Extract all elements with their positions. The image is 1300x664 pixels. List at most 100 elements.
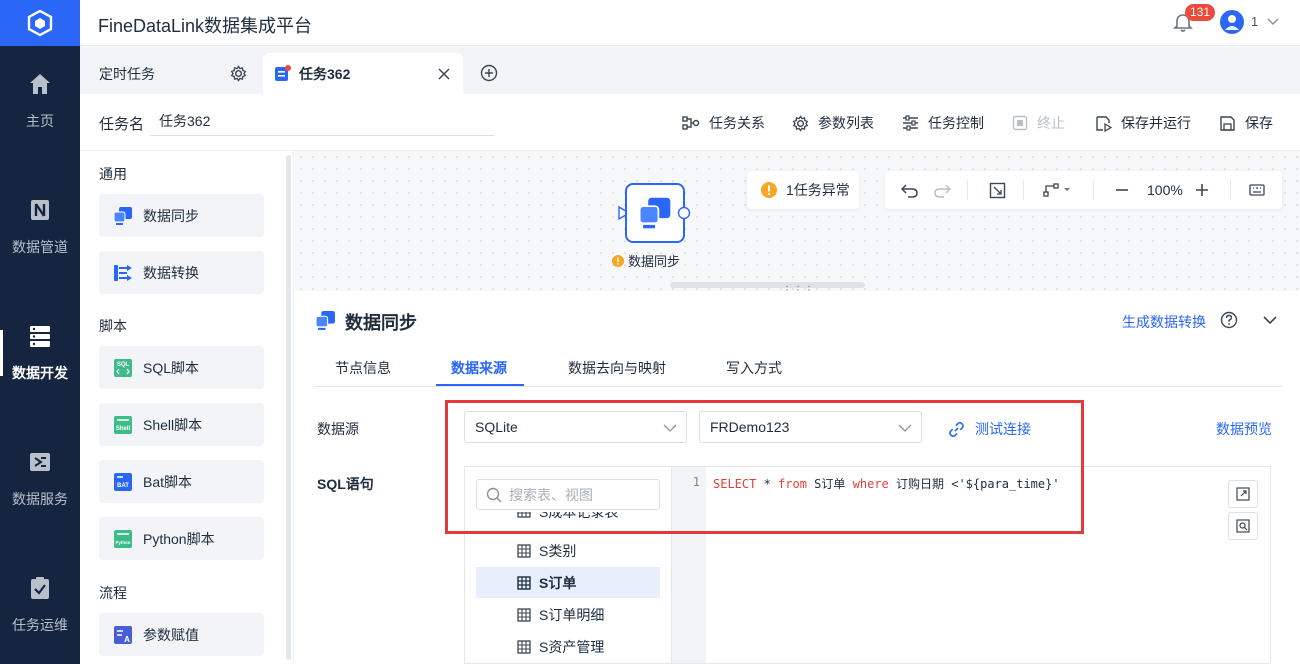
- undo-icon[interactable]: [901, 182, 919, 198]
- palette-item-sql-script[interactable]: SQL SQL脚本: [99, 346, 264, 389]
- task-alert[interactable]: 1任务异常: [747, 171, 859, 209]
- logo[interactable]: [0, 0, 80, 46]
- palette-item-bat-script[interactable]: BAT Bat脚本: [99, 460, 264, 503]
- warning-icon: [612, 254, 624, 267]
- palette-item-label: 数据转换: [143, 264, 199, 281]
- close-icon[interactable]: [437, 67, 451, 81]
- gear-icon[interactable]: [230, 65, 247, 82]
- task-relation-button[interactable]: 任务关系: [682, 113, 765, 133]
- save-button[interactable]: 保存: [1219, 113, 1273, 133]
- user-name[interactable]: 1: [1251, 14, 1258, 29]
- fit-view-icon[interactable]: [989, 182, 1006, 199]
- button-label: 任务控制: [928, 115, 984, 131]
- table-row[interactable]: S类别: [476, 535, 660, 566]
- table-row[interactable]: S订单明细: [476, 599, 660, 630]
- tab-scheduled-task[interactable]: 定时任务: [80, 53, 260, 94]
- palette-item-label: 参数赋值: [143, 626, 199, 643]
- tab-data-target-mapping[interactable]: 数据去向与映射: [568, 358, 666, 378]
- sidebar-item-pipeline[interactable]: 数据管道: [0, 172, 80, 282]
- add-tab-icon[interactable]: [480, 64, 498, 82]
- table-browser: S成本记录表 S类别 S订单 S订单明细 S资产管理: [464, 466, 671, 664]
- flow-canvas[interactable]: 数据同步 1任务异常 100% ⋮⋮⋮: [295, 151, 1300, 296]
- sidebar-item-dev[interactable]: 数据开发: [0, 298, 80, 408]
- expand-editor-button[interactable]: [1228, 480, 1258, 508]
- canvas-toolbar: 100%: [885, 171, 1282, 209]
- sidebar-item-ops[interactable]: 任务运维: [0, 550, 80, 660]
- palette-item-python-script[interactable]: Python Python脚本: [99, 517, 264, 560]
- chevron-down-icon[interactable]: [1266, 14, 1280, 28]
- sidebar-item-label: 数据开发: [12, 365, 68, 381]
- palette-item-shell-script[interactable]: Shell Shell脚本: [99, 403, 264, 446]
- tab-write-mode[interactable]: 写入方式: [726, 358, 782, 378]
- save-run-icon: [1096, 115, 1112, 132]
- task-control-button[interactable]: 任务控制: [902, 113, 984, 133]
- data-sync-node[interactable]: [625, 183, 685, 243]
- data-preview-link[interactable]: 数据预览: [1216, 419, 1272, 439]
- connection-select[interactable]: FRDemo123: [699, 411, 922, 443]
- zoom-out-icon[interactable]: [1115, 188, 1129, 192]
- tab-label: 定时任务: [99, 65, 155, 82]
- sql-code[interactable]: SELECT * from S订单 where 订购日期 <'${para_ti…: [713, 475, 1060, 492]
- sql-text: *: [756, 477, 779, 491]
- redo-icon[interactable]: [933, 182, 951, 198]
- keyboard-icon[interactable]: [1249, 184, 1265, 196]
- avatar[interactable]: [1220, 10, 1244, 34]
- stop-button[interactable]: 终止: [1012, 113, 1065, 133]
- help-icon[interactable]: [1220, 311, 1238, 329]
- db-type-select[interactable]: SQLite: [464, 411, 687, 443]
- tab-node-info[interactable]: 节点信息: [335, 358, 391, 378]
- palette-item-param-assign[interactable]: A 参数赋值: [99, 613, 264, 656]
- table-name: S订单明细: [539, 606, 605, 623]
- param-list-button[interactable]: 参数列表: [792, 113, 874, 133]
- detail-tabs: 节点信息 数据来源 数据去向与映射 写入方式: [315, 347, 1282, 387]
- palette-scrollbar[interactable]: [286, 155, 291, 660]
- table-name: S类别: [539, 542, 577, 559]
- palette-item-label: SQL脚本: [143, 359, 200, 376]
- table-name: S订单: [539, 574, 577, 591]
- zoom-level: 100%: [1147, 182, 1183, 198]
- format-sql-button[interactable]: [1228, 512, 1258, 540]
- search-input[interactable]: [476, 479, 660, 510]
- expand-icon: [1236, 487, 1250, 501]
- search-preview-icon: [1236, 519, 1250, 533]
- task-name-input[interactable]: [150, 106, 494, 136]
- table-row-selected[interactable]: S订单: [476, 567, 660, 598]
- sql-keyword: from: [778, 477, 807, 491]
- generate-transform-link[interactable]: 生成数据转换: [1122, 312, 1206, 332]
- sidebar-item-service[interactable]: 数据服务: [0, 424, 80, 534]
- sidebar-item-label: 数据管道: [12, 239, 68, 255]
- tab-bar: 定时任务 任务362: [80, 46, 1300, 94]
- palette-item-data-transform[interactable]: 数据转换: [99, 251, 264, 294]
- collapse-chevron-icon[interactable]: [1262, 312, 1278, 328]
- button-label: 任务关系: [709, 115, 765, 131]
- save-icon: [1220, 115, 1235, 131]
- svg-text:SQL: SQL: [117, 362, 130, 368]
- sidebar: 主页 数据管道 数据开发 数据服务 任务运维: [0, 46, 80, 664]
- shell-script-icon: Shell: [114, 415, 132, 434]
- zoom-in-icon[interactable]: [1195, 183, 1209, 197]
- test-connection-button[interactable]: 测试连接: [948, 419, 1031, 439]
- sidebar-item-home[interactable]: 主页: [0, 46, 80, 156]
- table-row[interactable]: S资产管理: [476, 631, 660, 662]
- python-script-icon: Python: [114, 529, 132, 548]
- tab-task362[interactable]: 任务362: [263, 53, 463, 94]
- node-output-port-icon[interactable]: [677, 206, 691, 220]
- gear-icon: [792, 114, 809, 132]
- sql-editor[interactable]: 1 SELECT * from S订单 where 订购日期 <'${para_…: [671, 466, 1271, 664]
- canvas-resize-handle[interactable]: [670, 282, 865, 288]
- logo-cube-icon: [27, 9, 53, 37]
- sql-text: 订购日期 <'${para_time}': [888, 477, 1060, 491]
- table-row[interactable]: S成本记录表: [476, 512, 660, 527]
- warning-icon: [761, 182, 777, 198]
- tab-data-source[interactable]: 数据来源: [451, 358, 507, 378]
- section-general: 通用: [99, 166, 127, 182]
- sidebar-item-label: 主页: [26, 113, 54, 129]
- user-icon: [1225, 15, 1239, 30]
- bat-script-icon: BAT: [114, 472, 132, 491]
- sql-keyword: where: [852, 477, 889, 491]
- palette-item-data-sync[interactable]: 数据同步: [99, 194, 264, 237]
- relation-icon: [682, 116, 700, 130]
- db-type-value: SQLite: [475, 419, 518, 435]
- layout-icon[interactable]: [1043, 182, 1071, 198]
- save-and-run-button[interactable]: 保存并运行: [1095, 113, 1191, 133]
